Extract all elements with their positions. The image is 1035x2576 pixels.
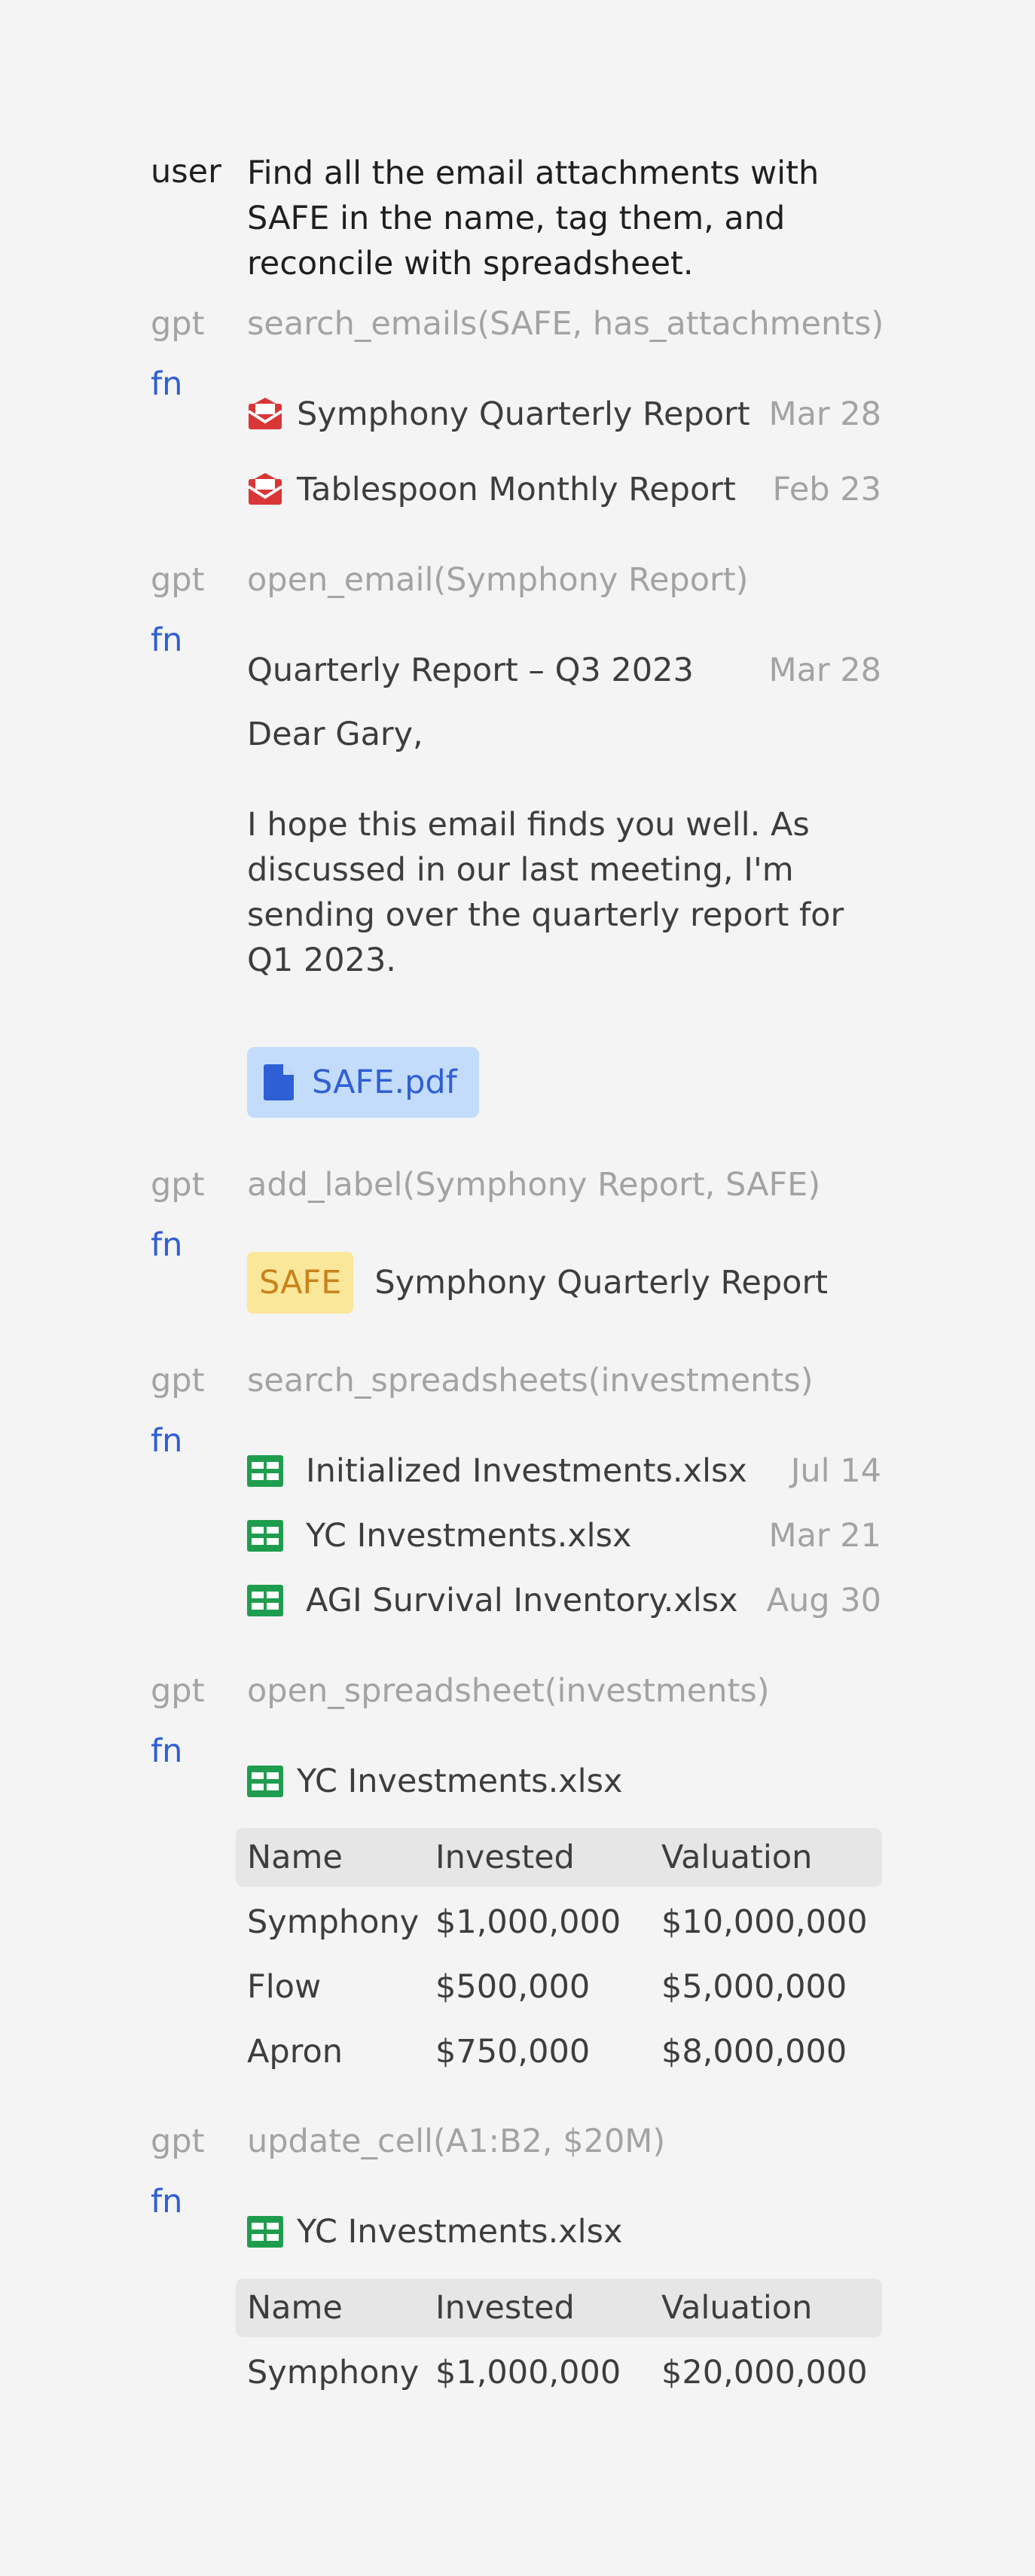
table-cell[interactable]: Flow — [247, 1964, 321, 2010]
spreadsheet-date: Aug 30 — [766, 1582, 881, 1619]
email-body-line: Q1 2023. — [247, 942, 396, 979]
prompt-line: reconcile with spreadsheet. — [247, 245, 694, 282]
role-fn: fn — [151, 1732, 183, 1770]
column-header: Valuation — [661, 1839, 813, 1876]
email-title: Symphony Quarterly Report — [297, 395, 750, 433]
table-cell[interactable]: Symphony — [247, 1900, 419, 1945]
attachment-name: SAFE.pdf — [312, 1064, 457, 1101]
role-gpt: gpt — [151, 305, 205, 343]
role-fn: fn — [151, 621, 183, 659]
role-gpt: gpt — [151, 1672, 205, 1710]
column-header: Name — [247, 1839, 343, 1876]
spreadsheet-icon — [247, 2216, 283, 2248]
table-cell[interactable]: Apron — [247, 2029, 343, 2074]
attachment-chip[interactable]: SAFE.pdf — [247, 1047, 479, 1118]
column-header: Name — [247, 2289, 343, 2327]
table-cell[interactable]: $8,000,000 — [661, 2029, 847, 2074]
role-user: user — [151, 153, 221, 191]
spreadsheet-title-row: YC Investments.xlsx — [247, 1759, 881, 1804]
function-call: open_spreadsheet(investments) — [247, 1672, 770, 1710]
spreadsheet-icon — [247, 1766, 283, 1797]
function-call: add_label(Symphony Report, SAFE) — [247, 1166, 821, 1204]
email-greeting: Dear Gary, — [247, 716, 423, 753]
spreadsheet-date: Jul 14 — [790, 1452, 881, 1490]
table-cell[interactable]: Symphony — [247, 2350, 419, 2395]
table-cell[interactable]: $5,000,000 — [661, 1964, 847, 2010]
spreadsheet-icon — [247, 1520, 283, 1552]
spreadsheet-result[interactable]: YC Investments.xlsx Mar 21 — [247, 1513, 881, 1558]
spreadsheet-title-row: YC Investments.xlsx — [247, 2209, 881, 2254]
role-gpt: gpt — [151, 1362, 205, 1399]
spreadsheet-title: AGI Survival Inventory.xlsx — [306, 1582, 738, 1619]
function-call: open_email(Symphony Report) — [247, 561, 749, 599]
role-gpt: gpt — [151, 2123, 205, 2160]
spreadsheet-result[interactable]: AGI Survival Inventory.xlsx Aug 30 — [247, 1578, 881, 1623]
spreadsheet-result[interactable]: Initialized Investments.xlsx Jul 14 — [247, 1448, 881, 1494]
spreadsheet-date: Mar 21 — [768, 1517, 881, 1555]
function-call: search_spreadsheets(investments) — [247, 1362, 814, 1399]
email-body: I hope this email finds you well. As dis… — [247, 802, 881, 983]
label-badge[interactable]: SAFE — [247, 1252, 354, 1314]
email-header: Quarterly Report – Q3 2023 Mar 28 — [247, 648, 881, 693]
labeled-email-title: Symphony Quarterly Report — [374, 1264, 829, 1302]
email-body-line: sending over the quarterly report for — [247, 896, 844, 934]
spreadsheet-icon — [247, 1585, 283, 1616]
function-call: search_emails(SAFE, has_attachments) — [247, 305, 884, 343]
email-result[interactable]: Symphony Quarterly Report Mar 28 — [247, 392, 881, 437]
spreadsheet-title: YC Investments.xlsx — [306, 1517, 632, 1555]
role-fn: fn — [151, 1226, 183, 1264]
email-body-line: discussed in our last meeting, I'm — [247, 851, 794, 889]
column-header: Invested — [435, 1839, 575, 1876]
email-date: Mar 28 — [768, 652, 881, 689]
spreadsheet-icon — [247, 1455, 283, 1487]
prompt-line: SAFE in the name, tag them, and — [247, 200, 786, 237]
document-icon — [264, 1064, 294, 1100]
table-cell[interactable]: $20,000,000 — [661, 2350, 868, 2395]
function-call: update_cell(A1:B2, $20M) — [247, 2123, 666, 2160]
role-fn: fn — [151, 365, 183, 403]
spreadsheet-file-name: YC Investments.xlsx — [297, 1763, 623, 1800]
role-gpt: gpt — [151, 1166, 205, 1204]
table-cell[interactable]: $1,000,000 — [435, 2350, 621, 2395]
spreadsheet-file-name: YC Investments.xlsx — [297, 2213, 623, 2251]
table-cell[interactable]: $500,000 — [435, 1964, 590, 2010]
prompt-line: Find all the email attachments with — [247, 154, 820, 192]
envelope-open-icon — [247, 473, 283, 505]
table-cell[interactable]: $10,000,000 — [661, 1900, 868, 1945]
email-title: Tablespoon Monthly Report — [297, 471, 736, 508]
labeled-email: SAFE Symphony Quarterly Report — [247, 1252, 881, 1314]
envelope-open-icon — [247, 398, 283, 429]
table-cell[interactable]: $1,000,000 — [435, 1900, 621, 1945]
role-gpt: gpt — [151, 561, 205, 599]
email-subject: Quarterly Report – Q3 2023 — [247, 652, 694, 689]
email-date: Feb 23 — [772, 471, 881, 508]
email-result[interactable]: Tablespoon Monthly Report Feb 23 — [247, 467, 881, 512]
column-header: Valuation — [661, 2289, 813, 2327]
table-cell[interactable]: $750,000 — [435, 2029, 590, 2074]
spreadsheet-title: Initialized Investments.xlsx — [306, 1452, 747, 1490]
role-fn: fn — [151, 1422, 183, 1460]
user-prompt: Find all the email attachments with SAFE… — [247, 151, 881, 286]
email-date: Mar 28 — [768, 395, 881, 433]
column-header: Invested — [435, 2289, 575, 2327]
role-fn: fn — [151, 2183, 183, 2220]
email-body-line: I hope this email finds you well. As — [247, 806, 810, 844]
